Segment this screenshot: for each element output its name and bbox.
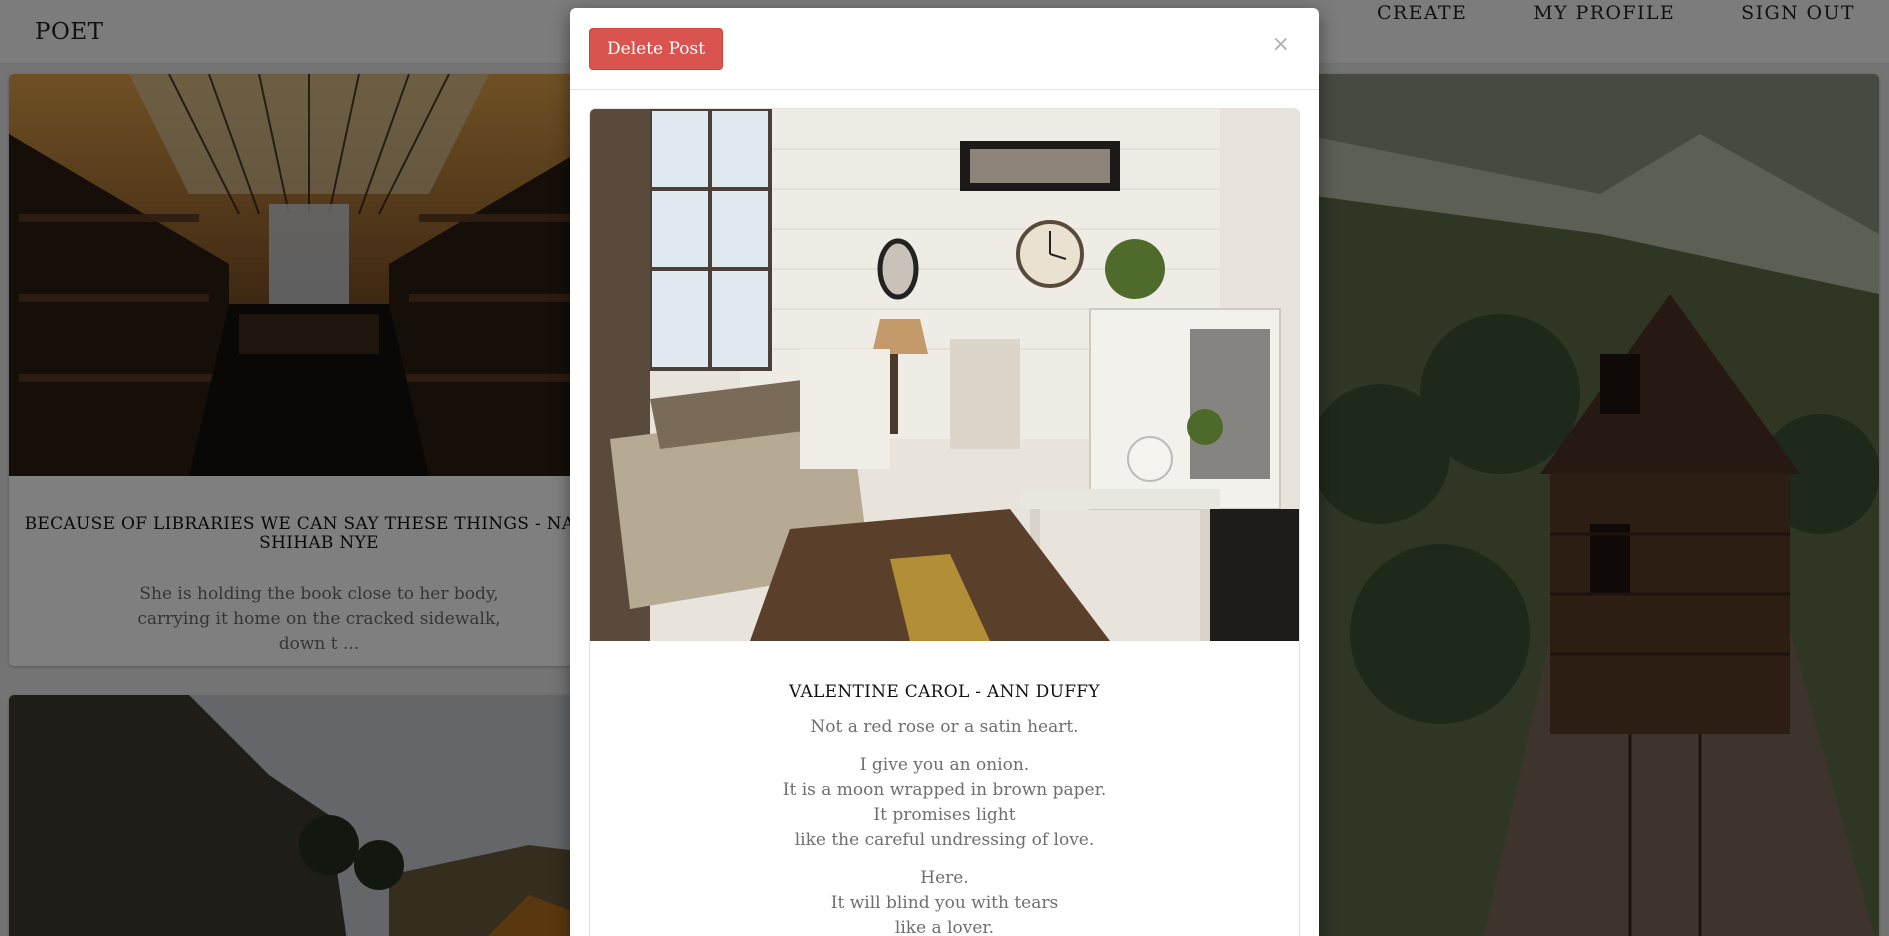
close-icon[interactable]: × <box>1272 32 1290 57</box>
stanza: Here. It will blind you with tears like … <box>590 866 1299 936</box>
poem-line: Here. <box>920 868 969 888</box>
stanza: I give you an onion. It is a moon wrappe… <box>590 753 1299 853</box>
vintage-room-photo <box>590 109 1299 641</box>
poem-line: I give you an onion. <box>859 755 1030 775</box>
post-body: Not a red rose or a satin heart. I give … <box>590 715 1299 936</box>
post-title: VALENTINE CAROL - ANN DUFFY <box>789 682 1100 702</box>
poem-line: Not a red rose or a satin heart. <box>810 717 1079 737</box>
post-detail: VALENTINE CAROL - ANN DUFFY Not a red ro… <box>589 108 1300 936</box>
post-modal: Delete Post × VALENTINE CAROL - ANN DUFF… <box>570 8 1319 936</box>
poem-line: like a lover. <box>894 918 995 936</box>
poem-line: It is a moon wrapped in brown paper. <box>782 780 1107 800</box>
poem-line: It will blind you with tears <box>830 893 1059 913</box>
poem-line: like the careful undressing of love. <box>794 830 1095 850</box>
stanza: Not a red rose or a satin heart. <box>590 715 1299 740</box>
delete-post-button[interactable]: Delete Post <box>589 28 724 70</box>
modal-header: Delete Post × <box>570 8 1319 90</box>
poem-line: It promises light <box>873 805 1016 825</box>
